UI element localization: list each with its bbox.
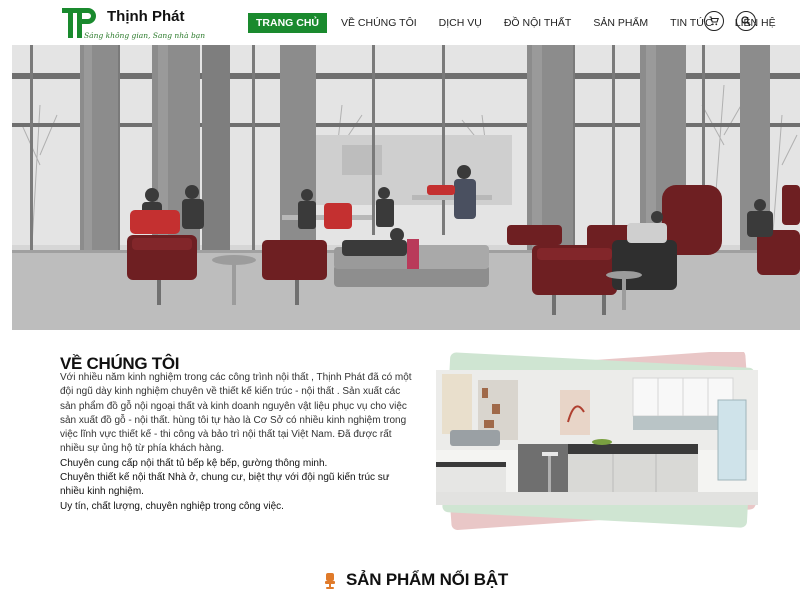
about-text: Với nhiều năm kinh nghiệm trong các công… xyxy=(60,371,415,514)
site-header: Thịnh Phát Sáng không gian, Sang nhà bạn… xyxy=(0,0,800,46)
brand-name: Thịnh Phát xyxy=(107,8,185,25)
cart-button[interactable] xyxy=(704,11,724,31)
products-section-title: SẢN PHẨM NỔI BẬT xyxy=(346,570,509,589)
about-bullet: Chuyên thiết kế nội thất Nhà ở, chung cư… xyxy=(60,472,390,498)
cart-icon xyxy=(709,16,719,26)
nav-item-products[interactable]: SẢN PHẨM xyxy=(585,13,656,33)
hero-banner xyxy=(12,45,800,330)
about-kitchen-image xyxy=(436,352,758,530)
nav-item-about[interactable]: VỀ CHÚNG TÔI xyxy=(333,13,425,33)
about-bullet: Chuyên cung cấp nội thất tủ bếp kệ bếp, … xyxy=(60,457,328,469)
nav-item-home[interactable]: TRANG CHỦ xyxy=(248,13,327,33)
about-bullet: Uy tín, chất lượng, chuyên nghiệp trong … xyxy=(60,500,284,512)
nav-item-services[interactable]: DỊCH VỤ xyxy=(431,13,490,33)
logo[interactable]: Thịnh Phát Sáng không gian, Sang nhà bạn xyxy=(62,5,205,43)
search-button[interactable] xyxy=(736,11,756,31)
about-title: VỀ CHÚNG TÔI xyxy=(60,354,180,373)
nav-item-furniture[interactable]: ĐỒ NỘI THẤT xyxy=(496,13,579,33)
hero-lobby-image xyxy=(12,45,800,330)
search-icon xyxy=(741,16,751,26)
chair-icon xyxy=(325,573,335,589)
brand-tagline: Sáng không gian, Sang nhà bạn xyxy=(84,31,206,40)
about-paragraph: Với nhiều năm kinh nghiệm trong các công… xyxy=(60,372,412,455)
